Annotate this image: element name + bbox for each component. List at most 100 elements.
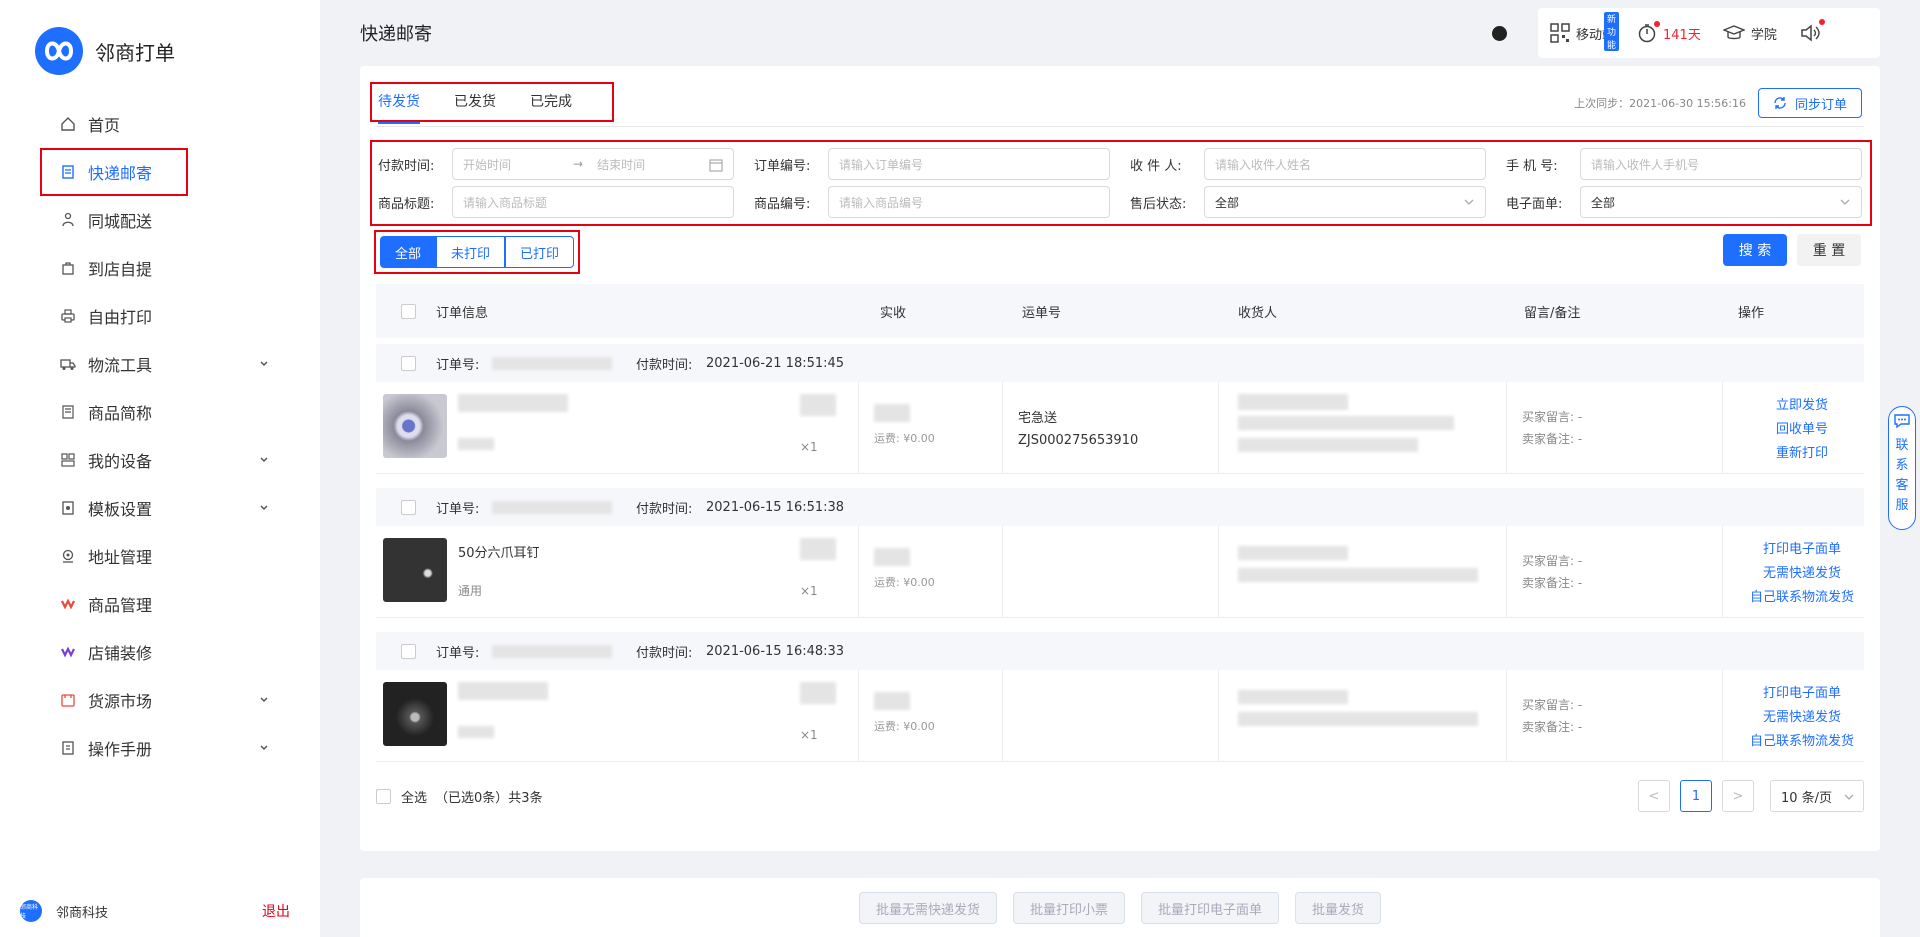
order-no-label: 订单号:: [436, 357, 480, 373]
courier-icon: [58, 210, 78, 230]
price-redacted: [800, 394, 836, 416]
filter-all-button[interactable]: 全部: [380, 236, 437, 268]
order-checkbox[interactable]: [401, 499, 416, 515]
academy-button[interactable]: 学院: [1722, 24, 1777, 43]
avatar[interactable]: 邻商科技: [20, 900, 42, 922]
sidebar-item-templates[interactable]: 模板设置: [40, 484, 285, 532]
buyer-note: 买家留言: -: [1522, 698, 1583, 712]
footer-select-all-checkbox[interactable]: [376, 788, 391, 804]
product-image[interactable]: [383, 682, 447, 746]
sidebar-item-pickup[interactable]: 到店自提: [40, 244, 285, 292]
reprint-link[interactable]: 重新打印: [1740, 442, 1864, 466]
order-no-input[interactable]: 请输入订单编号: [828, 148, 1110, 180]
filter-after-sale: 售后状态: 全部: [1130, 186, 1506, 218]
logo[interactable]: 邻商打单: [35, 27, 175, 75]
prev-page-button[interactable]: <: [1638, 780, 1670, 812]
batch-no-express-button[interactable]: 批量无需快递发货: [858, 892, 997, 924]
chat-bubble-icon: [1894, 414, 1910, 429]
divider: [1722, 526, 1723, 618]
sound-button[interactable]: [1799, 19, 1827, 43]
order-checkbox[interactable]: [401, 355, 416, 371]
sidebar-item-home[interactable]: 首页: [40, 100, 285, 148]
goods-no-input[interactable]: 请输入商品编号: [828, 186, 1110, 218]
days-remaining[interactable]: 141天: [1637, 21, 1701, 43]
receiver-input[interactable]: 请输入收件人姓名: [1204, 148, 1486, 180]
sidebar-item-short-name[interactable]: 商品简称: [40, 388, 285, 436]
product-spec-redacted: [458, 726, 494, 738]
order-no-label: 订单号:: [436, 645, 480, 661]
sidebar: 邻商打单 首页 快递邮寄 同城配送 到店自提 自由打印 物流工具 商品简称 我的…: [0, 0, 320, 937]
divider: [1002, 670, 1003, 762]
select-all-label: 全选: [401, 790, 428, 806]
divider: [1002, 382, 1003, 474]
receiver-redacted: [1238, 438, 1418, 452]
tab-completed[interactable]: 已完成: [530, 84, 588, 120]
page-size-select[interactable]: 10 条/页: [1770, 780, 1864, 812]
notification-dot: [1654, 21, 1661, 27]
order-no-redacted: [492, 357, 612, 370]
filter-waybill: 电子面单: 全部: [1506, 186, 1882, 218]
tracking-number[interactable]: ZJS000275653910: [1018, 430, 1138, 452]
filter-panel: 付款时间: 开始时间 → 结束时间 订单编号: 请输入订单编号 收 件 人: 请…: [370, 140, 1872, 226]
phone-input[interactable]: 请输入收件人手机号: [1580, 148, 1862, 180]
filter-printed-button[interactable]: 已打印: [505, 236, 575, 268]
quantity: ×1: [800, 440, 818, 454]
sidebar-item-devices[interactable]: 我的设备: [40, 436, 285, 484]
batch-print-waybill-button[interactable]: 批量打印电子面单: [1141, 892, 1280, 924]
ship-without-express-link[interactable]: 无需快递发货: [1740, 706, 1864, 730]
select-all-checkbox[interactable]: [401, 303, 416, 319]
template-icon: [58, 498, 78, 518]
recycle-number-link[interactable]: 回收单号: [1740, 418, 1864, 442]
reset-button[interactable]: 重 置: [1797, 234, 1861, 266]
search-button[interactable]: 搜 索: [1723, 234, 1787, 266]
sync-orders-button[interactable]: 同步订单: [1757, 88, 1862, 118]
filter-unprinted-button[interactable]: 未打印: [436, 236, 506, 268]
ship-now-link[interactable]: 立即发货: [1740, 394, 1864, 418]
page-number[interactable]: 1: [1680, 780, 1712, 812]
amount-redacted: [874, 692, 910, 710]
sidebar-nav: 首页 快递邮寄 同城配送 到店自提 自由打印 物流工具 商品简称 我的设备 模板…: [40, 100, 285, 772]
sidebar-item-free-print[interactable]: 自由打印: [40, 292, 285, 340]
date-range-picker[interactable]: 开始时间 → 结束时间: [452, 148, 734, 180]
after-sale-select[interactable]: 全部: [1204, 186, 1486, 218]
ship-without-express-link[interactable]: 无需快递发货: [1740, 562, 1864, 586]
customer-service-button[interactable]: 联 系 客 服: [1888, 406, 1916, 530]
sidebar-item-address[interactable]: 地址管理: [40, 532, 285, 580]
mobile-button[interactable]: 移动端 新功能: [1550, 12, 1620, 51]
waybill-select[interactable]: 全部: [1580, 186, 1862, 218]
product-image[interactable]: [383, 394, 447, 458]
product-image[interactable]: [383, 538, 447, 602]
column-header: 运单号: [1022, 305, 1062, 321]
order-checkbox[interactable]: [401, 643, 416, 659]
self-logistics-link[interactable]: 自己联系物流发货: [1740, 586, 1864, 610]
pay-time-label: 付款时间:: [636, 357, 693, 373]
chevron-down-icon: [259, 354, 269, 373]
product-title[interactable]: 50分六爪耳钉: [458, 542, 540, 561]
sidebar-item-manual[interactable]: 操作手册: [40, 724, 285, 772]
chevron-down-icon: [1840, 199, 1850, 205]
sidebar-item-label: 到店自提: [88, 260, 153, 279]
filter-order-no: 订单编号: 请输入订单编号: [754, 148, 1130, 180]
next-page-button[interactable]: >: [1722, 780, 1754, 812]
brand-name: 邻商打单: [95, 40, 175, 65]
sidebar-item-market[interactable]: 货源市场: [40, 676, 285, 724]
tab-pending[interactable]: 待发货: [378, 84, 436, 124]
self-logistics-link[interactable]: 自己联系物流发货: [1740, 730, 1864, 754]
sidebar-item-express[interactable]: 快递邮寄: [40, 148, 188, 196]
print-waybill-link[interactable]: 打印电子面单: [1740, 538, 1864, 562]
sidebar-item-local-delivery[interactable]: 同城配送: [40, 196, 285, 244]
goods-title-input[interactable]: 请输入商品标题: [452, 186, 734, 218]
sidebar-item-decorate[interactable]: 店铺装修: [40, 628, 285, 676]
order-body: ×1 运费: ¥0.00 买家留言: - 卖家备注: - 打印电子面单 无需快递…: [376, 670, 1864, 762]
batch-ship-button[interactable]: 批量发货: [1295, 892, 1382, 924]
chevron-down-icon: [259, 498, 269, 517]
batch-print-receipt-button[interactable]: 批量打印小票: [1012, 892, 1125, 924]
filter-row: 付款时间: 开始时间 → 结束时间 订单编号: 请输入订单编号 收 件 人: 请…: [378, 148, 1882, 180]
filter-label: 订单编号:: [754, 158, 811, 174]
sidebar-item-logistics[interactable]: 物流工具: [40, 340, 285, 388]
tab-shipped[interactable]: 已发货: [454, 84, 512, 120]
amount-redacted: [874, 548, 910, 566]
logout-link[interactable]: 退出: [262, 901, 290, 921]
print-waybill-link[interactable]: 打印电子面单: [1740, 682, 1864, 706]
sidebar-item-goods[interactable]: 商品管理: [40, 580, 285, 628]
